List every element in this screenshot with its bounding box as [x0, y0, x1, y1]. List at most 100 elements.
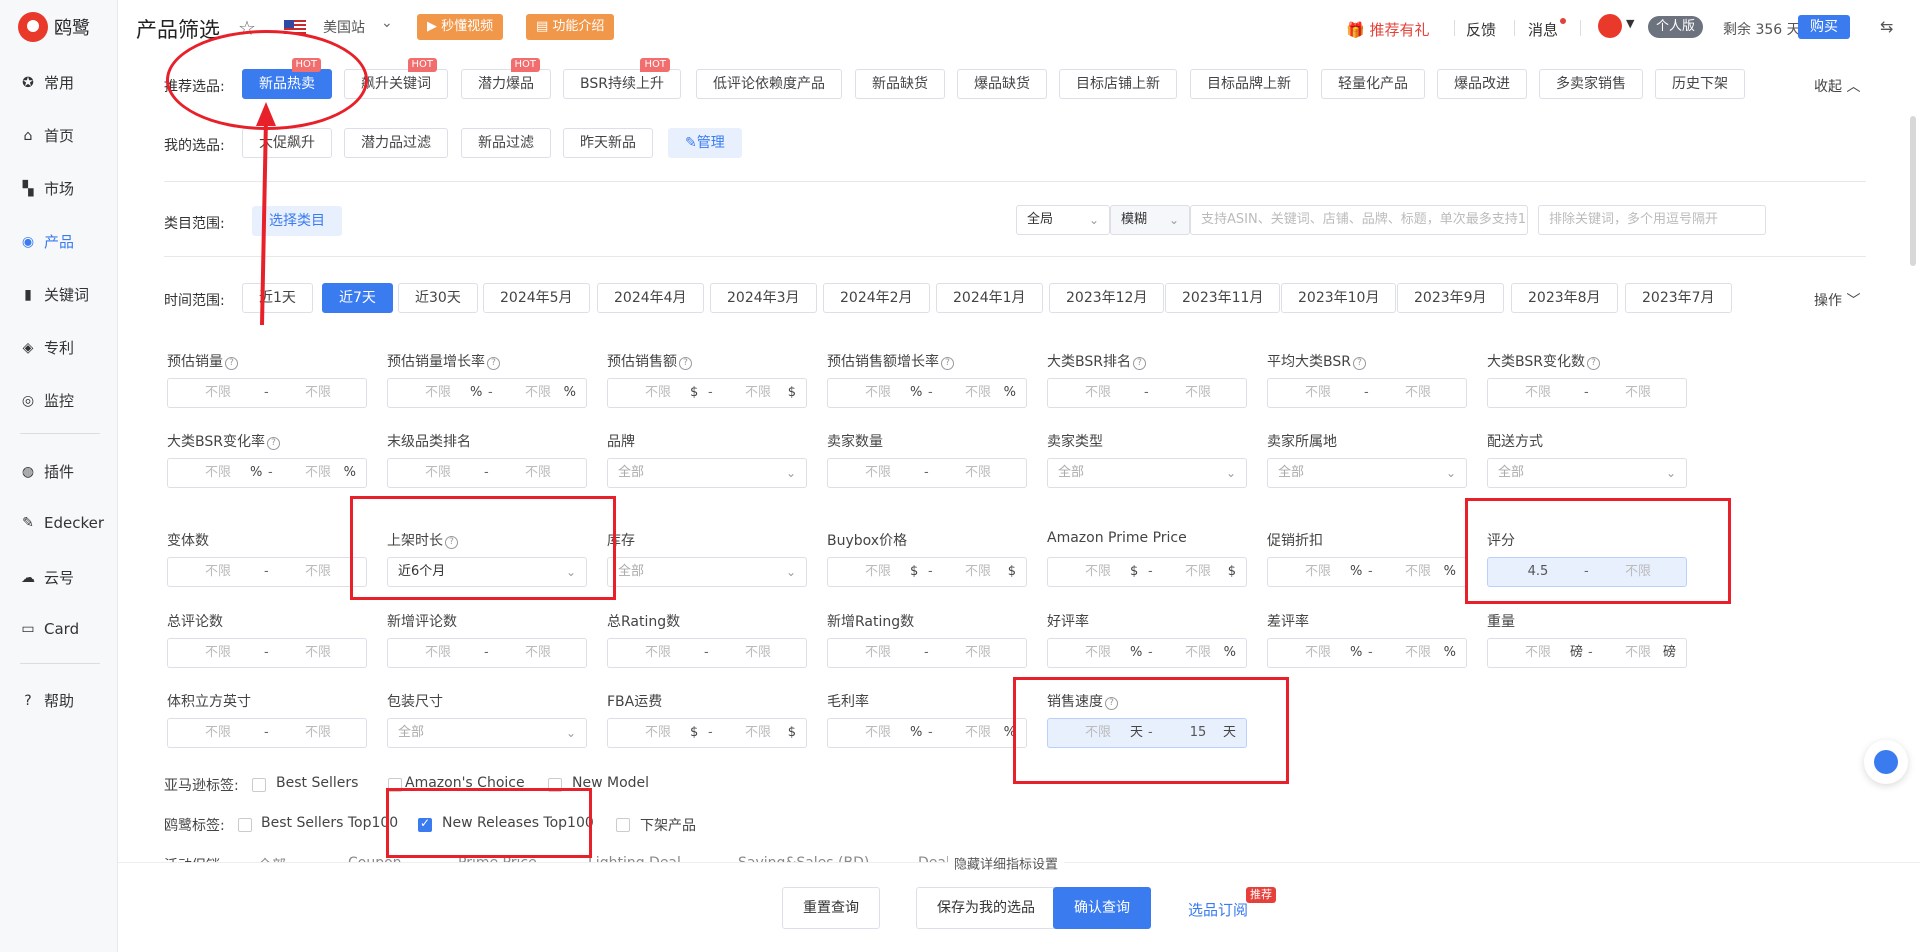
range-total-ratings[interactable]: 不限 - 不限 [607, 638, 807, 668]
time-option[interactable]: 2024年4月 [597, 283, 704, 313]
time-option[interactable]: 2023年7月 [1625, 283, 1732, 313]
tag-lightweight[interactable]: 轻量化产品 [1321, 69, 1425, 99]
switch-icon[interactable]: ⇆ [1880, 17, 1893, 36]
fulfillment-select[interactable]: 全部 ⌄ [1487, 458, 1687, 488]
seller-type-select[interactable]: 全部 ⌄ [1047, 458, 1247, 488]
tag-store-new[interactable]: 目标店铺上新 [1059, 69, 1177, 99]
range-prime-price[interactable]: 不限 $ - 不限 $ [1047, 557, 1247, 587]
scope-select[interactable]: 全局 ⌄ [1016, 205, 1110, 235]
range-bsr-rank[interactable]: 不限 - 不限 [1047, 378, 1247, 408]
tag-potential[interactable]: 潜力爆品 HOT [461, 58, 551, 99]
range-weight[interactable]: 不限磅 - 不限磅 [1487, 638, 1687, 668]
site-selector[interactable]: 美国站 [323, 17, 365, 37]
tag-new-oos[interactable]: 新品缺货 [855, 69, 945, 99]
range-revenue-growth[interactable]: 不限% - 不限% [827, 378, 1027, 408]
time-option[interactable]: 2024年5月 [483, 283, 590, 313]
help-icon[interactable]: ? [1132, 357, 1146, 370]
sidebar-item-home[interactable]: ⌂ 首页 [20, 125, 74, 146]
sidebar-item-patent[interactable]: ◈ 专利 [20, 337, 74, 358]
help-icon[interactable]: ? [1586, 357, 1600, 370]
tag-new-hot[interactable]: 新品热卖 HOT [242, 58, 332, 99]
range-bsr-change[interactable]: 不限 - 不限 [1487, 378, 1687, 408]
sidebar-item-product[interactable]: ◉ 产品 [20, 231, 74, 252]
search-input[interactable]: 支持ASIN、关键词、店铺、品牌、标题，单次最多支持10个查询，多 [1190, 205, 1528, 235]
sidebar-item-monitor[interactable]: ◎ 监控 [20, 390, 74, 411]
exclude-keyword-input[interactable]: 排除关键词，多个用逗号隔开 [1538, 205, 1766, 235]
sidebar-item-plugin[interactable]: ◍ 插件 [20, 461, 74, 482]
checkbox-removed[interactable] [616, 818, 630, 832]
checkbox-amazons-choice[interactable] [388, 778, 402, 792]
time-option[interactable]: 2024年2月 [823, 283, 930, 313]
tag-rising-keywords[interactable]: 飙升关键词 HOT [344, 58, 448, 99]
time-option[interactable]: 2023年10月 [1281, 283, 1397, 313]
range-seller-count[interactable]: 不限 - 不限 [827, 458, 1027, 488]
help-icon[interactable]: ? [445, 536, 458, 549]
range-sales-growth[interactable]: 不限% - 不限% [387, 378, 587, 408]
video-button[interactable]: ▶ 秒懂视频 [417, 14, 504, 40]
help-icon[interactable]: ? [225, 357, 238, 370]
help-icon[interactable]: ? [1105, 697, 1118, 710]
tag-multi-seller[interactable]: 多卖家销售 [1539, 69, 1643, 99]
chevron-down-icon[interactable]: ⌄ [381, 15, 393, 31]
sidebar-item-market[interactable]: ▚ 市场 [20, 178, 74, 199]
favorite-star-icon[interactable]: ☆ [238, 16, 256, 40]
sidebar-item-common[interactable]: ✪ 常用 [20, 72, 74, 93]
brand-select[interactable]: 全部 ⌄ [607, 458, 807, 488]
help-icon[interactable]: ? [1352, 357, 1366, 370]
checkbox-nr-top100[interactable] [418, 816, 432, 832]
collapse-button[interactable]: 收起 ︿ [1814, 76, 1860, 96]
range-total-reviews[interactable]: 不限 - 不限 [167, 638, 367, 668]
range-volume[interactable]: 不限 - 不限 [167, 718, 367, 748]
time-option-selected[interactable]: 近7天 [322, 283, 393, 313]
time-option[interactable]: 2024年1月 [936, 283, 1043, 313]
time-option[interactable]: 近30天 [398, 283, 478, 313]
mine-tag[interactable]: 潜力品过滤 [344, 128, 448, 158]
sidebar-item-card[interactable]: ▭ Card [20, 620, 79, 638]
operations-button[interactable]: 操作 ﹀ [1814, 290, 1860, 310]
checkbox-bs-top100[interactable] [238, 818, 252, 832]
range-new-reviews[interactable]: 不限 - 不限 [387, 638, 587, 668]
range-discount[interactable]: 不限% - 不限% [1267, 557, 1467, 587]
save-button[interactable]: 保存为我的选品 [916, 887, 1056, 929]
sidebar-item-keyword[interactable]: ▮ 关键词 [20, 284, 89, 305]
time-option[interactable]: 2023年9月 [1397, 283, 1504, 313]
time-option[interactable]: 2023年12月 [1049, 283, 1165, 313]
range-est-sales[interactable]: 不限 - 不限 [167, 378, 367, 408]
tag-bsr-rising[interactable]: BSR持续上升 HOT [563, 58, 681, 99]
manage-button[interactable]: ✎管理 [668, 128, 742, 158]
range-buybox[interactable]: 不限 $ - 不限 $ [827, 557, 1027, 587]
avatar[interactable] [1598, 14, 1622, 38]
sidebar-item-edecker[interactable]: ✎ Edecker [20, 514, 104, 532]
checkbox-best-sellers[interactable] [252, 778, 266, 792]
gift-link[interactable]: 🎁 推荐有礼 [1346, 19, 1429, 40]
intro-button[interactable]: ▤ 功能介绍 [526, 14, 615, 40]
buy-button[interactable]: 购买 [1798, 15, 1850, 39]
range-margin[interactable]: 不限% - 不限% [827, 718, 1027, 748]
mine-tag[interactable]: 昨天新品 [563, 128, 653, 158]
help-icon[interactable]: ? [266, 437, 280, 450]
hide-details-link[interactable]: 隐藏详细指标设置 [948, 853, 1065, 873]
time-option[interactable]: 2024年3月 [710, 283, 817, 313]
time-option[interactable]: 2023年11月 [1165, 283, 1281, 313]
time-option[interactable]: 2023年8月 [1511, 283, 1618, 313]
messages-link[interactable]: 消息 [1528, 19, 1558, 40]
range-est-revenue[interactable]: 不限 $ - 不限 $ [607, 378, 807, 408]
feedback-link[interactable]: 反馈 [1466, 19, 1496, 40]
range-negative-rate[interactable]: 不限% - 不限% [1267, 638, 1467, 668]
confirm-button[interactable]: 确认查询 [1053, 887, 1151, 929]
match-select[interactable]: 模糊 ⌄ [1110, 205, 1190, 235]
subscribe-link[interactable]: 选品订阅 推荐 [1188, 887, 1277, 920]
listing-age-select[interactable]: 近6个月 ⌄ [387, 557, 587, 587]
sidebar-item-help[interactable]: ? 帮助 [20, 690, 74, 711]
range-positive-rate[interactable]: 不限% - 不限% [1047, 638, 1247, 668]
inventory-select[interactable]: 全部 ⌄ [607, 557, 807, 587]
range-bsr-change-rate[interactable]: 不限% - 不限% [167, 458, 367, 488]
sidebar-item-cloud[interactable]: ☁ 云号 [20, 567, 74, 588]
range-leaf-rank[interactable]: 不限 - 不限 [387, 458, 587, 488]
range-sales-speed[interactable]: 不限天 -15 天 [1047, 718, 1247, 748]
scrollbar[interactable] [1910, 116, 1916, 266]
tag-brand-new[interactable]: 目标品牌上新 [1190, 69, 1308, 99]
tag-history-removed[interactable]: 历史下架 [1655, 69, 1745, 99]
reset-button[interactable]: 重置查询 [782, 887, 880, 929]
range-variants[interactable]: 不限 - 不限 [167, 557, 367, 587]
